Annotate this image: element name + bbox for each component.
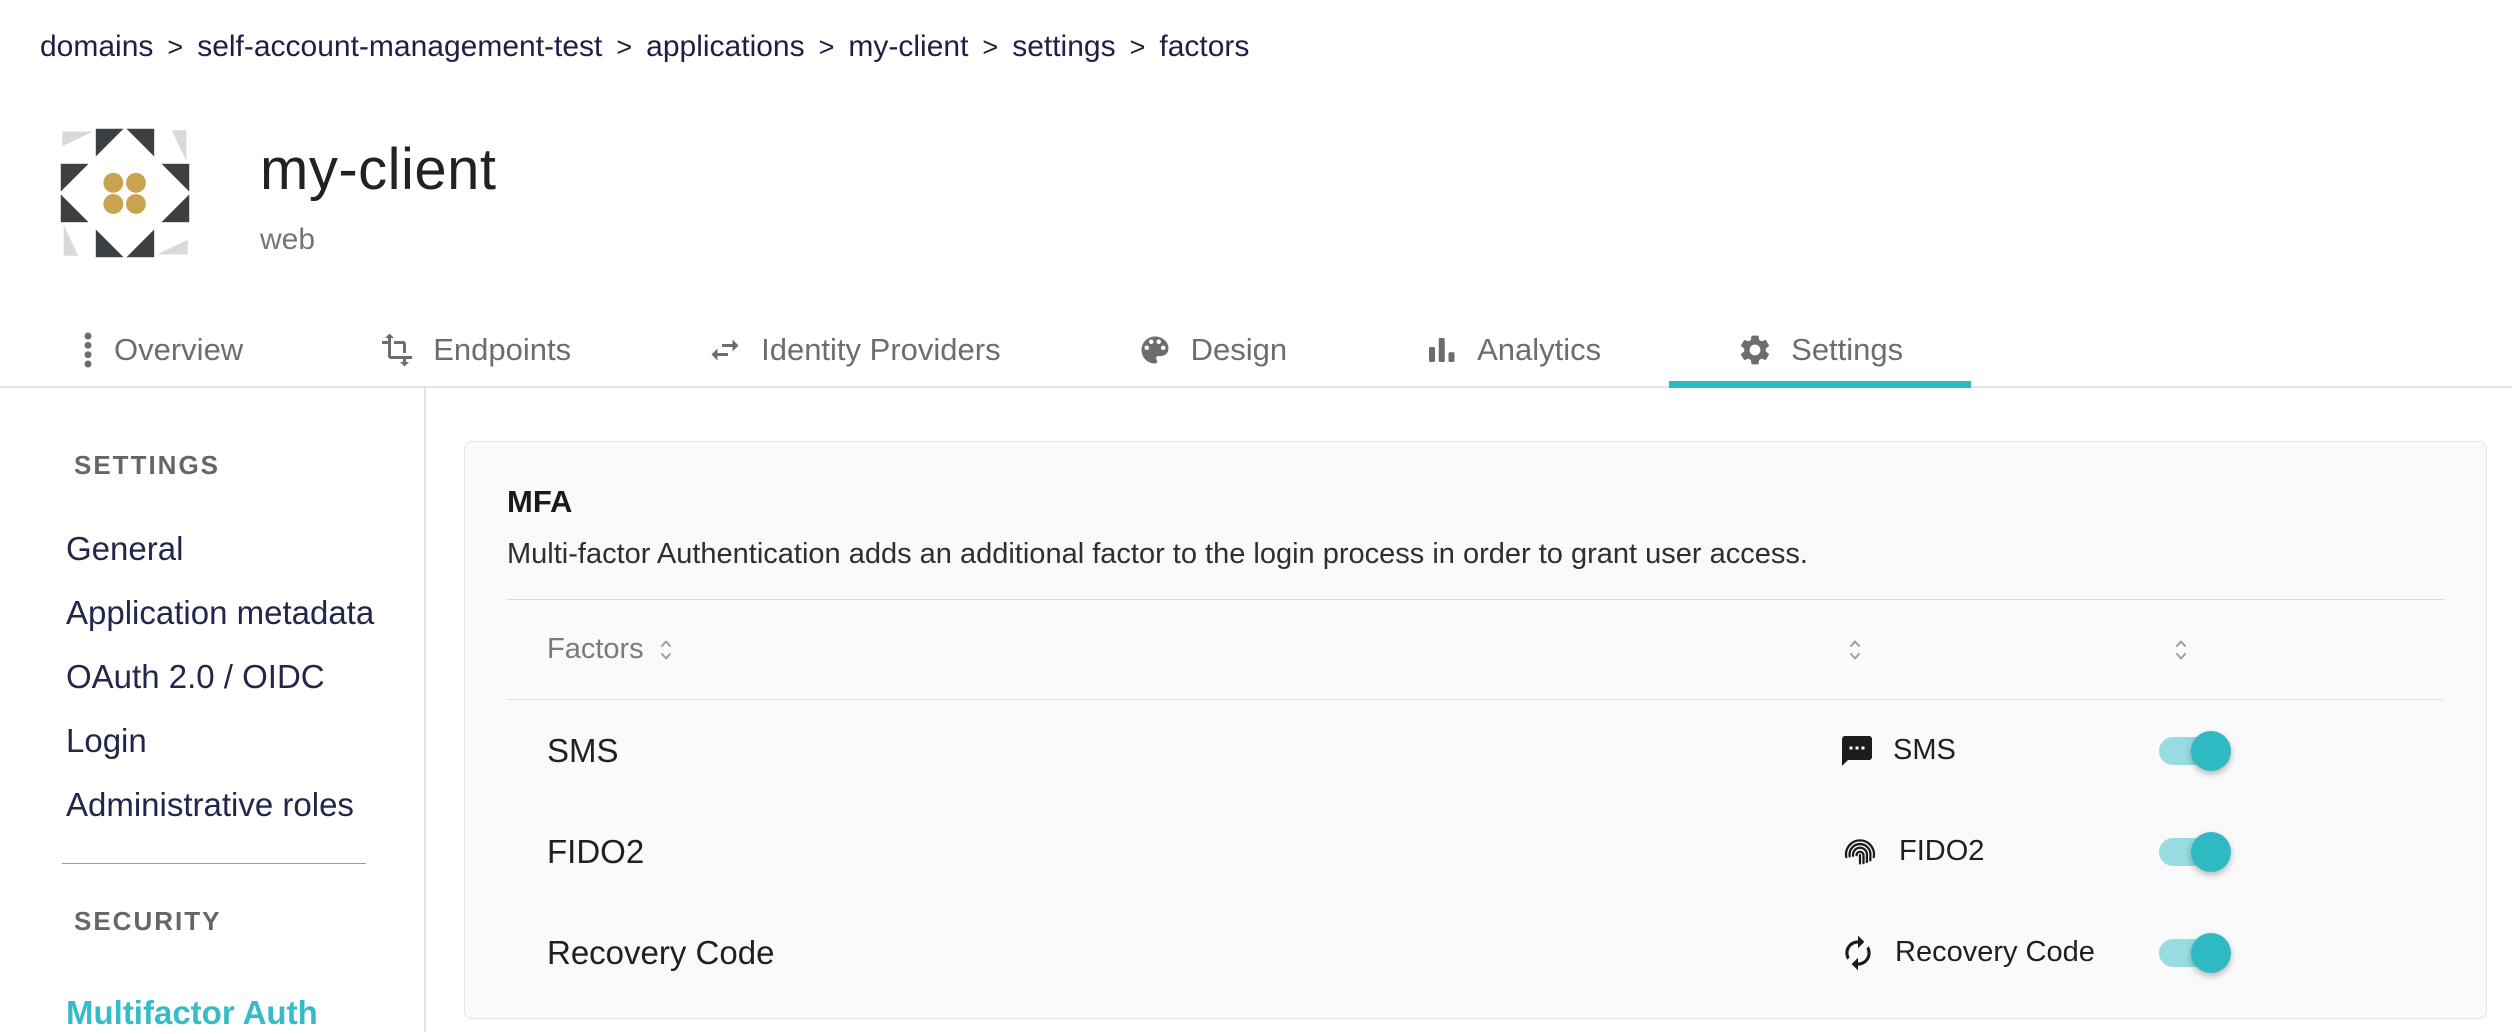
tab-overview[interactable]: Overview <box>12 314 311 386</box>
app-header: my-client web <box>52 120 2512 266</box>
settings-icon <box>1737 332 1773 368</box>
sort-icon[interactable] <box>1847 636 1863 664</box>
tab-design[interactable]: Design <box>1069 314 1356 386</box>
tab-label: Identity Providers <box>761 332 1001 368</box>
fingerprint-icon <box>1839 831 1881 873</box>
breadcrumb-separator: > <box>167 32 183 63</box>
overview-icon <box>80 331 96 369</box>
breadcrumb-item-application[interactable]: my-client <box>848 30 968 64</box>
sms-toggle[interactable] <box>2159 729 2231 773</box>
sms-icon <box>1839 733 1875 769</box>
recovery-code-toggle[interactable] <box>2159 931 2231 975</box>
breadcrumb-separator: > <box>982 32 998 63</box>
page-title: my-client <box>260 136 497 203</box>
mfa-card: MFA Multi-factor Authentication adds an … <box>464 441 2487 1019</box>
sort-icon[interactable] <box>2173 636 2189 664</box>
sidebar-section-settings: SETTINGS <box>66 450 424 481</box>
breadcrumb-item-domains[interactable]: domains <box>40 30 153 64</box>
analytics-icon <box>1423 332 1459 368</box>
factor-row-fido2: FIDO2 FIDO2 <box>507 801 2444 902</box>
factors-column-header[interactable]: Factors <box>547 633 644 666</box>
sidebar-divider <box>62 863 366 864</box>
design-icon <box>1137 332 1173 368</box>
tab-identity-providers[interactable]: Identity Providers <box>639 314 1069 386</box>
tab-label: Design <box>1191 332 1288 368</box>
breadcrumb-separator: > <box>616 32 632 63</box>
endpoints-icon <box>379 332 415 368</box>
sidebar-item-multifactor-auth[interactable]: Multifactor Auth <box>66 981 424 1034</box>
sidebar-item-general[interactable]: General <box>66 517 424 581</box>
breadcrumb: domains > self-account-management-test >… <box>0 0 2512 64</box>
tab-label: Settings <box>1791 332 1903 368</box>
tab-endpoints[interactable]: Endpoints <box>311 314 639 386</box>
tab-label: Endpoints <box>433 332 571 368</box>
main-content: MFA Multi-factor Authentication adds an … <box>426 388 2512 1032</box>
tab-settings[interactable]: Settings <box>1669 314 1971 386</box>
tab-analytics[interactable]: Analytics <box>1355 314 1669 386</box>
sidebar-item-oauth-oidc[interactable]: OAuth 2.0 / OIDC <box>66 645 424 709</box>
settings-sidebar: SETTINGS General Application metadata OA… <box>0 388 426 1032</box>
app-type-label: web <box>260 223 497 257</box>
breadcrumb-item-applications[interactable]: applications <box>646 30 804 64</box>
factor-name: SMS <box>547 732 619 770</box>
factor-type-label: Recovery Code <box>1895 936 2095 969</box>
sort-icon[interactable] <box>658 636 674 664</box>
factor-row-sms: SMS SMS <box>507 700 2444 801</box>
factor-name: FIDO2 <box>547 833 644 871</box>
breadcrumb-item-settings[interactable]: settings <box>1012 30 1115 64</box>
tab-label: Overview <box>114 332 243 368</box>
sidebar-item-application-metadata[interactable]: Application metadata <box>66 581 424 645</box>
app-identicon-logo <box>52 120 198 266</box>
sidebar-item-login[interactable]: Login <box>66 709 424 773</box>
sidebar-item-administrative-roles[interactable]: Administrative roles <box>66 773 424 837</box>
breadcrumb-separator: > <box>1130 32 1146 63</box>
mfa-card-description: Multi-factor Authentication adds an addi… <box>507 538 2444 571</box>
factor-type-label: FIDO2 <box>1899 835 1984 868</box>
identity-providers-icon <box>707 332 743 368</box>
fido2-toggle[interactable] <box>2159 830 2231 874</box>
breadcrumb-separator: > <box>819 32 835 63</box>
factor-name: Recovery Code <box>547 934 774 972</box>
recovery-code-icon <box>1839 934 1877 972</box>
factor-type-label: SMS <box>1893 734 1956 767</box>
mfa-card-title: MFA <box>507 442 2444 520</box>
factors-table-header: Factors <box>507 600 2444 700</box>
sidebar-section-security: SECURITY <box>66 906 424 937</box>
factor-row-recovery-code: Recovery Code Recovery Code <box>507 902 2444 1003</box>
breadcrumb-item-domain-name[interactable]: self-account-management-test <box>197 30 602 64</box>
breadcrumb-item-factors[interactable]: factors <box>1159 30 1249 64</box>
tab-bar: Overview Endpoints Identity Providers De… <box>0 314 2512 388</box>
tab-label: Analytics <box>1477 332 1601 368</box>
